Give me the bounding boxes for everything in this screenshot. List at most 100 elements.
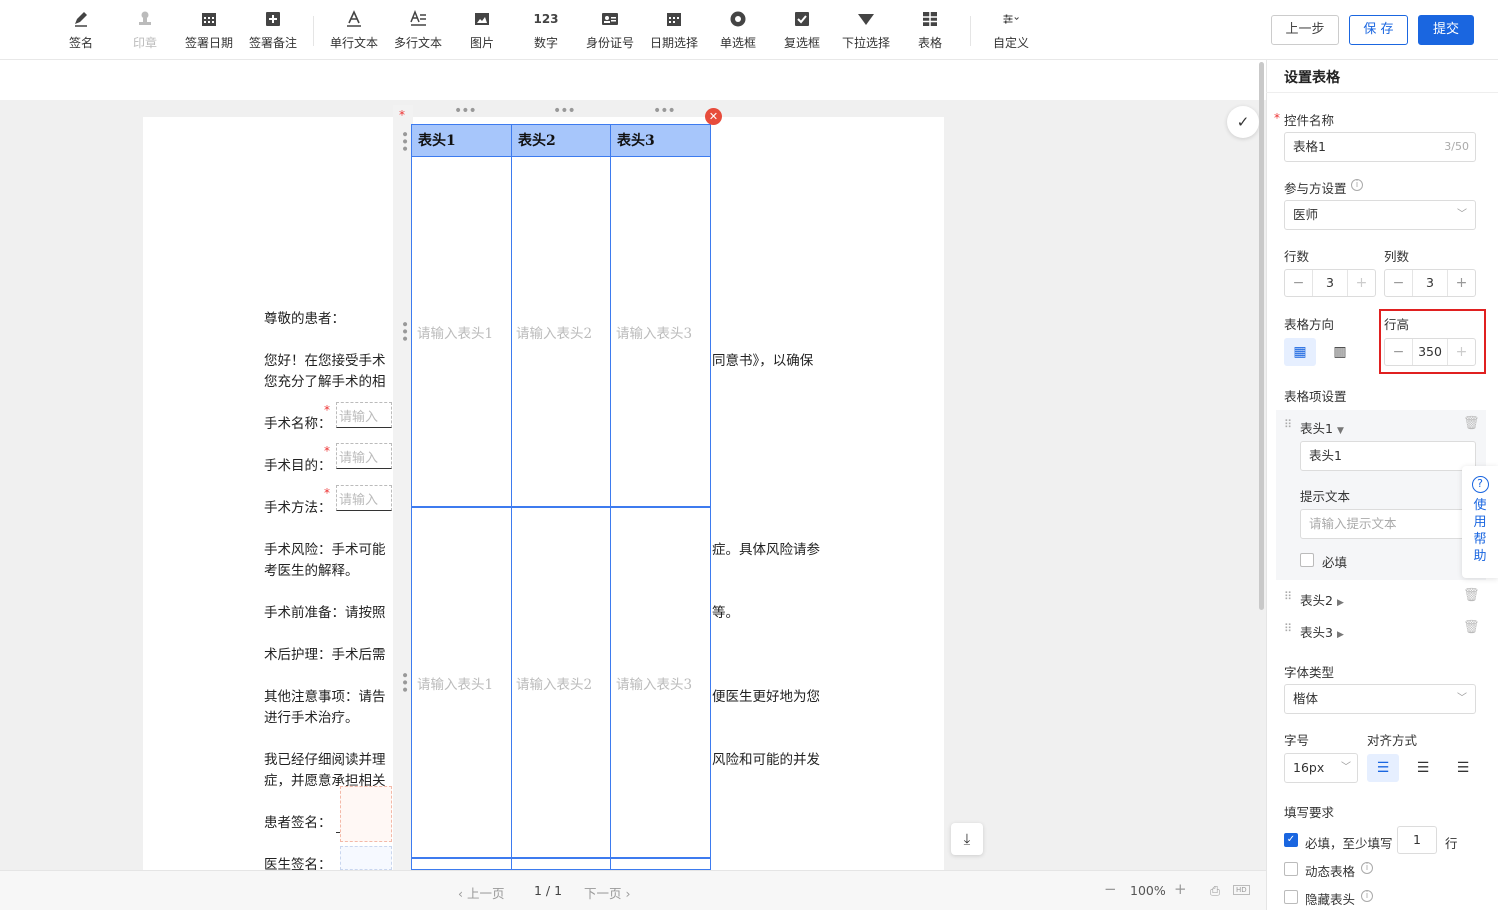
canvas-scrollbar[interactable] xyxy=(1259,62,1264,610)
trash-icon[interactable]: 🗑 xyxy=(1463,416,1480,431)
next-page-button[interactable]: 下一页 › xyxy=(584,883,631,902)
min-fill-checkbox[interactable]: ✓ xyxy=(1284,833,1298,847)
control-name-input[interactable]: 表格1 3/50 xyxy=(1284,132,1476,162)
column-handle-1[interactable]: ••• xyxy=(454,103,477,119)
drag-handle-icon[interactable]: ⠿ xyxy=(1284,590,1292,603)
hint-text-input[interactable]: 请输入提示文本 xyxy=(1300,509,1476,539)
font-size-select[interactable]: 16px ﹀ xyxy=(1284,753,1358,783)
doc-other: 其他注意事项：请告 xyxy=(264,689,386,705)
align-right-icon[interactable]: ☰ xyxy=(1447,754,1479,782)
align-center-icon[interactable]: ☰ xyxy=(1407,754,1439,782)
drag-handle-icon[interactable]: ⠿ xyxy=(1284,418,1292,431)
table-cell-placeholder[interactable]: 请输入表头1 xyxy=(417,322,493,342)
minus-icon[interactable]: − xyxy=(1385,270,1413,296)
table-header-cell[interactable]: 表头1 xyxy=(412,125,512,157)
download-icon[interactable]: ⤓ xyxy=(951,823,983,855)
row-handle-header[interactable]: ••• xyxy=(396,130,412,152)
tool-image[interactable]: 图片 xyxy=(450,10,514,54)
participant-select[interactable]: 医师 ﹀ xyxy=(1284,200,1476,230)
patient-signature-field[interactable] xyxy=(340,786,392,842)
save-button[interactable]: 保 存 xyxy=(1349,15,1408,45)
item-1-name-input[interactable]: 表头1 xyxy=(1300,441,1476,471)
surgery-name-field[interactable]: 请输入 xyxy=(336,402,392,428)
control-name-label: 控件名称 xyxy=(1284,113,1335,128)
tool-checkbox[interactable]: 复选框 xyxy=(770,10,834,54)
table-cell-placeholder[interactable]: 请输入表头2 xyxy=(516,322,592,342)
table-cell-placeholder[interactable]: 请输入表头3 xyxy=(616,673,692,693)
table-drag-rail[interactable] xyxy=(393,105,413,870)
trash-icon[interactable]: 🗑 xyxy=(1463,620,1480,635)
tool-multi-line-text[interactable]: 多行文本 xyxy=(386,9,450,54)
tool-id-number[interactable]: 身份证号 xyxy=(578,10,642,54)
table-cell-placeholder[interactable]: 请输入表头1 xyxy=(417,673,493,693)
delete-control-icon[interactable]: ✕ xyxy=(705,108,722,125)
info-icon[interactable]: i xyxy=(1351,179,1363,191)
table-direction-label: 表格方向 xyxy=(1284,317,1335,332)
tool-number[interactable]: 123 数字 xyxy=(514,10,578,54)
tool-single-line-text[interactable]: 单行文本 xyxy=(322,10,386,54)
participant-label: 参与方设置 xyxy=(1284,181,1347,196)
item-1-toggle[interactable]: 表头1 ▼ xyxy=(1300,418,1344,437)
doc-consent-tail: 风险和可能的并发 xyxy=(712,752,820,768)
cols-stepper[interactable]: − 3 + xyxy=(1384,269,1476,297)
plus-icon[interactable]: + xyxy=(1447,339,1475,365)
dynamic-table-checkbox[interactable] xyxy=(1284,862,1298,876)
table-cell-placeholder[interactable]: 请输入表头2 xyxy=(516,673,592,693)
item-2-toggle[interactable]: 表头2 ▶ xyxy=(1300,590,1344,609)
font-type-select[interactable]: 楷体 ﹀ xyxy=(1284,684,1476,714)
text-a-icon xyxy=(344,10,364,30)
plus-icon[interactable]: + xyxy=(1347,270,1375,296)
surgery-method-field[interactable]: 请输入 xyxy=(336,485,392,511)
row-handle-2[interactable]: ••• xyxy=(396,671,412,693)
trash-icon[interactable]: 🗑 xyxy=(1463,588,1480,603)
table-control[interactable]: 表头1 表头2 表头3 请输入表头1 请输入表头2 请输入表头3 请输入表头1 … xyxy=(411,124,711,870)
column-handle-3[interactable]: ••• xyxy=(653,103,676,119)
required-star: * xyxy=(324,486,330,500)
item-required-checkbox[interactable] xyxy=(1300,553,1314,567)
hd-toggle-icon[interactable]: HD xyxy=(1233,885,1250,895)
table-cell-placeholder[interactable]: 请输入表头3 xyxy=(616,322,692,342)
surgery-goal-field[interactable]: 请输入 xyxy=(336,443,392,469)
min-fill-unit: 行 xyxy=(1445,836,1458,851)
prev-page-button[interactable]: ‹ 上一页 xyxy=(458,883,505,902)
row-handle-1[interactable]: ••• xyxy=(396,320,412,342)
tool-custom[interactable]: 自定义 xyxy=(979,10,1043,54)
question-icon: ? xyxy=(1471,476,1489,493)
check-circle-icon[interactable]: ✓ xyxy=(1227,106,1259,138)
tool-radio[interactable]: 单选框 xyxy=(706,10,770,54)
info-icon[interactable]: i xyxy=(1361,890,1373,902)
zoom-out-icon[interactable]: − xyxy=(1104,880,1117,898)
prev-step-button[interactable]: 上一步 xyxy=(1271,15,1339,45)
tool-signature[interactable]: 签名 xyxy=(49,10,113,54)
minus-icon[interactable]: − xyxy=(1385,339,1413,365)
row-height-stepper[interactable]: − 350 + xyxy=(1384,338,1476,366)
min-fill-input[interactable]: 1 xyxy=(1397,826,1437,854)
rows-stepper[interactable]: − 3 + xyxy=(1284,269,1376,297)
table-header-cell[interactable]: 表头2 xyxy=(512,125,611,157)
tool-dropdown-select[interactable]: 下拉选择 xyxy=(834,10,898,54)
column-handle-2[interactable]: ••• xyxy=(553,103,576,119)
drag-handle-icon[interactable]: ⠿ xyxy=(1284,622,1292,635)
item-3-toggle[interactable]: 表头3 ▶ xyxy=(1300,622,1344,641)
zoom-in-icon[interactable]: + xyxy=(1174,880,1187,898)
fit-page-icon[interactable]: ⎙ xyxy=(1210,883,1220,899)
vertical-table-icon[interactable]: ▥ xyxy=(1324,338,1356,366)
required-star: * xyxy=(324,444,330,458)
tool-date-picker[interactable]: 日期选择 xyxy=(642,10,706,54)
table-row-divider xyxy=(412,857,710,859)
align-left-icon[interactable]: ☰ xyxy=(1367,754,1399,782)
horizontal-table-icon[interactable]: ▦ xyxy=(1284,338,1316,366)
table-header-cell[interactable]: 表头3 xyxy=(611,125,710,157)
info-icon[interactable]: i xyxy=(1361,862,1373,874)
tool-table[interactable]: 表格 xyxy=(898,10,962,54)
minus-icon[interactable]: − xyxy=(1285,270,1313,296)
table-column-divider xyxy=(610,125,611,869)
doctor-signature-field[interactable] xyxy=(340,846,392,870)
tool-sign-note[interactable]: 签署备注 xyxy=(241,10,305,54)
hide-header-checkbox[interactable] xyxy=(1284,890,1298,904)
submit-button[interactable]: 提交 xyxy=(1418,15,1474,45)
page-indicator: 1 / 1 xyxy=(534,883,563,898)
help-widget[interactable]: ? 使用帮助 xyxy=(1462,466,1498,578)
plus-icon[interactable]: + xyxy=(1447,270,1475,296)
tool-sign-date[interactable]: 签署日期 xyxy=(177,10,241,54)
